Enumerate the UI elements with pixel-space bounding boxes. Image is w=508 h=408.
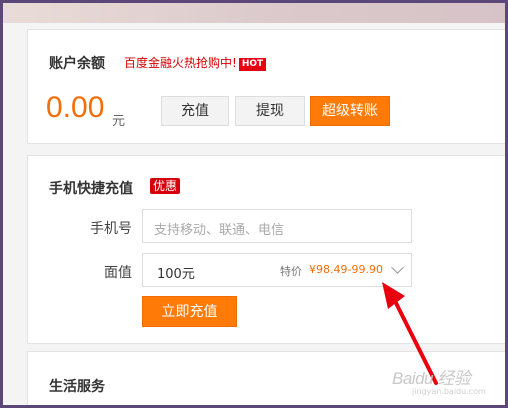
watermark-logo: Baidu 经验 [392,369,471,388]
watermark-url: jingyan.baidu.com [412,387,486,396]
annotation-arrow-icon [382,282,438,385]
